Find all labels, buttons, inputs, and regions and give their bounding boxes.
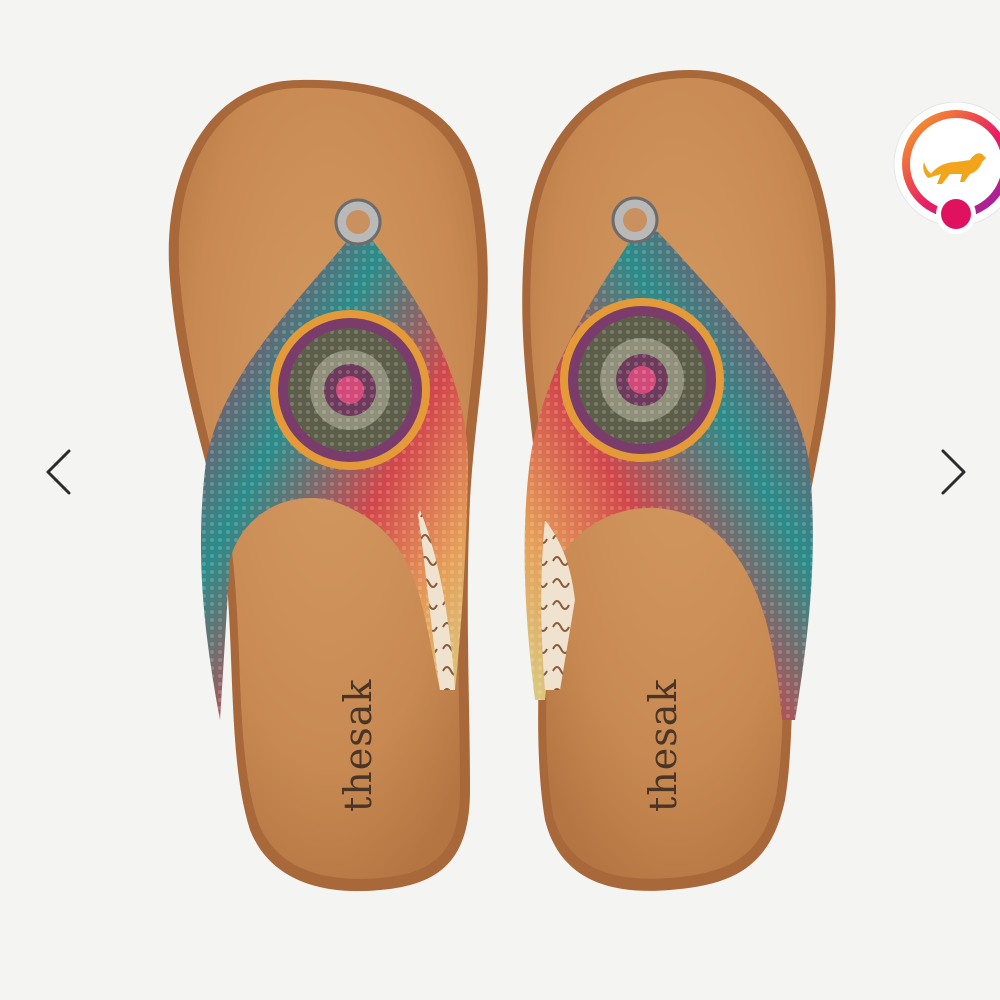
previous-image-button[interactable] [36,445,80,499]
next-image-button[interactable] [932,445,976,499]
product-image-viewer: thesak thesak [0,0,1000,1000]
left-medallion [270,310,430,470]
right-brand-imprint: thesak [641,678,685,812]
floating-app-badge[interactable] [890,101,1000,242]
right-medallion [560,298,724,462]
left-brand-imprint: thesak [336,678,380,812]
chevron-right-icon [941,449,966,495]
chevron-left-icon [46,449,71,495]
product-image [168,70,836,892]
left-sandal [168,79,488,892]
